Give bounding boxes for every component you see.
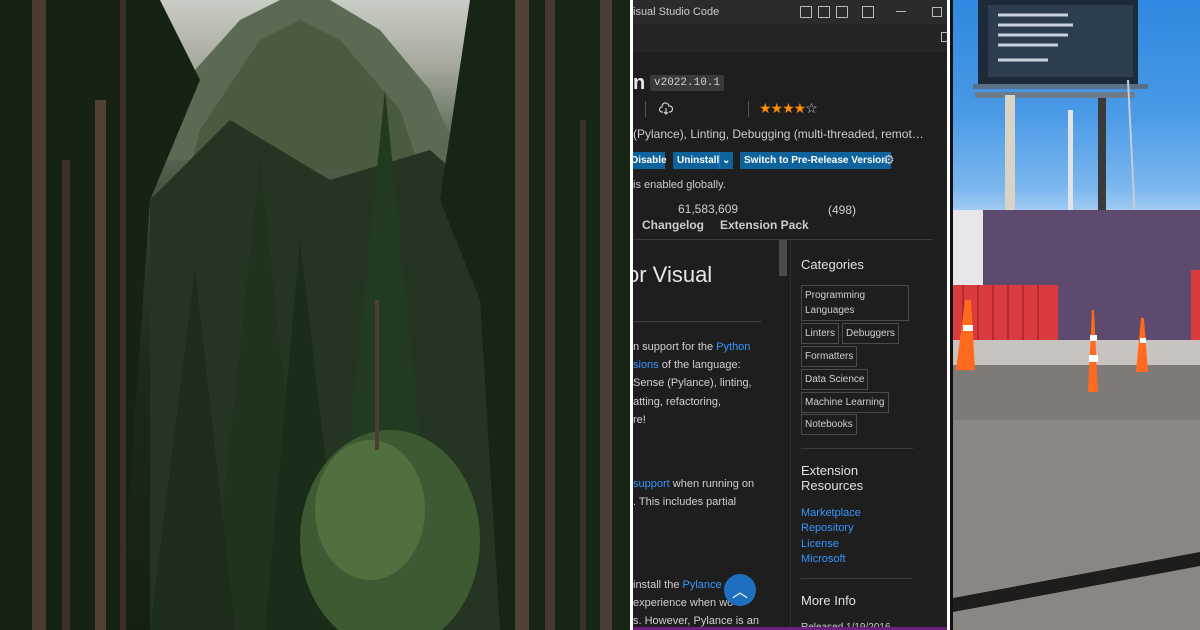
switch-prerelease-button[interactable]: Switch to Pre-Release Version — [740, 152, 892, 169]
window-title: isual Studio Code — [633, 6, 720, 18]
category-notebooks[interactable]: Notebooks — [801, 414, 857, 435]
more-info-title: More Info — [801, 593, 856, 608]
resources-title-line1: Extension — [801, 463, 859, 478]
repository-link[interactable]: Repository — [801, 522, 854, 534]
version-badge: v2022.10.1 — [650, 75, 725, 91]
gear-icon[interactable]: ⚙ — [883, 153, 896, 166]
versions-link[interactable]: sions — [633, 359, 659, 371]
download-count: 61,583,609 — [678, 202, 739, 216]
marketplace-link[interactable]: Marketplace — [801, 507, 861, 519]
tab-extension-pack[interactable]: Extension Pack — [720, 218, 809, 232]
category-programming-languages[interactable]: Programming Languages — [801, 285, 909, 321]
rating-count: (498) — [828, 203, 857, 217]
street-photo — [953, 0, 1200, 630]
title-bar: isual Studio Code — [633, 0, 947, 24]
forest-photo — [0, 0, 630, 630]
readme-line: install the Pylance — [633, 579, 722, 591]
uninstall-dropdown[interactable]: ⌄ — [719, 152, 733, 169]
category-linters[interactable]: Linters — [801, 323, 840, 344]
categories-title: Categories — [801, 257, 864, 272]
readme-line: support when running on — [633, 478, 755, 490]
tab-overflow-icon[interactable] — [941, 32, 947, 42]
customize-layout-icon[interactable] — [862, 6, 874, 18]
sidebar-divider-line — [801, 578, 913, 579]
uninstall-button[interactable]: Uninstall — [673, 152, 721, 169]
readme-line: Sense (Pylance), linting, — [633, 377, 752, 389]
python-link[interactable]: Python — [716, 341, 750, 353]
stat-separator — [645, 101, 646, 117]
tab-changelog[interactable]: Changelog — [642, 218, 704, 232]
forest-illustration — [0, 0, 630, 630]
layout-sidebar-icon[interactable] — [800, 6, 812, 18]
star-icon: ★★★★ — [759, 100, 806, 116]
readme-line: experience when wo — [633, 597, 734, 609]
sidebar-divider-line — [801, 448, 913, 449]
readme-heading: or Visual — [630, 262, 713, 287]
resources-title-line2: Resources — [801, 478, 864, 493]
extension-description: (Pylance), Linting, Debugging (multi-thr… — [633, 127, 924, 141]
readme-line: sions of the language: — [633, 359, 741, 371]
star-icon: ☆ — [805, 100, 818, 116]
category-data-science[interactable]: Data Science — [801, 369, 869, 390]
license-link[interactable]: License — [801, 538, 839, 550]
maximize-icon[interactable] — [932, 7, 942, 17]
readme-line: atting, refactoring, — [633, 396, 722, 408]
editor-tab-strip — [633, 24, 947, 52]
enabled-status: is enabled globally. — [633, 179, 726, 191]
disable-button[interactable]: Disable — [633, 152, 667, 169]
dropdown-chevron-icon: ⌄ — [722, 155, 731, 166]
extension-name: n — [633, 72, 646, 94]
readme-line: n support for the Python — [633, 341, 751, 353]
download-icon — [659, 102, 673, 115]
readme-line: . This includes partial — [633, 496, 737, 508]
support-link[interactable]: support — [633, 478, 670, 490]
sidebar-divider — [790, 240, 791, 630]
readme-scrollbar[interactable] — [779, 240, 787, 276]
vscode-window: isual Studio Code n v2022.10.1 61,583,60… — [630, 0, 950, 630]
scroll-to-top-icon[interactable]: ︿ — [724, 574, 756, 606]
category-debuggers[interactable]: Debuggers — [842, 323, 899, 344]
category-machine-learning[interactable]: Machine Learning — [801, 392, 889, 413]
pylance-link[interactable]: Pylance — [683, 579, 722, 591]
street-illustration — [953, 0, 1200, 630]
readme-line: re! — [633, 414, 646, 426]
publisher-link[interactable]: Microsoft — [801, 553, 846, 565]
readme-divider — [633, 321, 761, 322]
layout-split-icon[interactable] — [836, 6, 848, 18]
rating-stars[interactable]: ★★★★☆ — [759, 100, 818, 117]
layout-panel-icon[interactable] — [818, 6, 830, 18]
stat-separator — [748, 101, 749, 117]
category-formatters[interactable]: Formatters — [801, 346, 858, 367]
minimize-icon[interactable] — [896, 11, 906, 12]
